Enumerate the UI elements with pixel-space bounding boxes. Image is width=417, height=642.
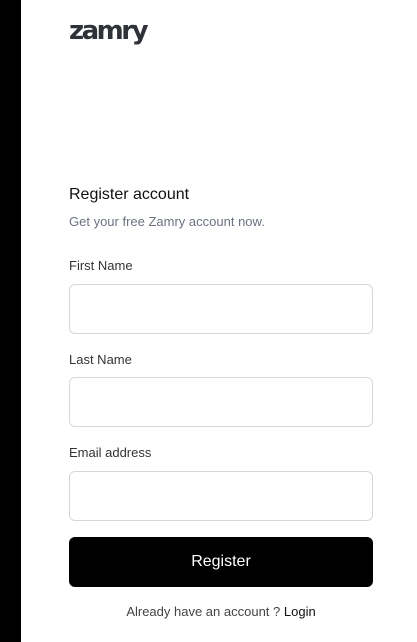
form-subtitle: Get your free Zamry account now. (69, 214, 265, 229)
first-name-label: First Name (69, 258, 133, 273)
login-link[interactable]: Login (284, 604, 316, 619)
email-label: Email address (69, 445, 152, 460)
last-name-input[interactable] (69, 377, 373, 427)
form-title: Register account (69, 186, 190, 203)
register-page: zamry Register account Get your free Zam… (0, 0, 417, 642)
login-prompt-text: Already have an account ? (126, 604, 284, 619)
email-input[interactable] (69, 471, 373, 521)
login-prompt: Already have an account ? Login (69, 604, 373, 620)
last-name-label: Last Name (69, 352, 132, 367)
brand-logo: zamry (69, 16, 149, 46)
first-name-input[interactable] (69, 284, 373, 334)
register-button[interactable]: Register (69, 537, 373, 587)
left-sidebar-strip (0, 0, 21, 642)
